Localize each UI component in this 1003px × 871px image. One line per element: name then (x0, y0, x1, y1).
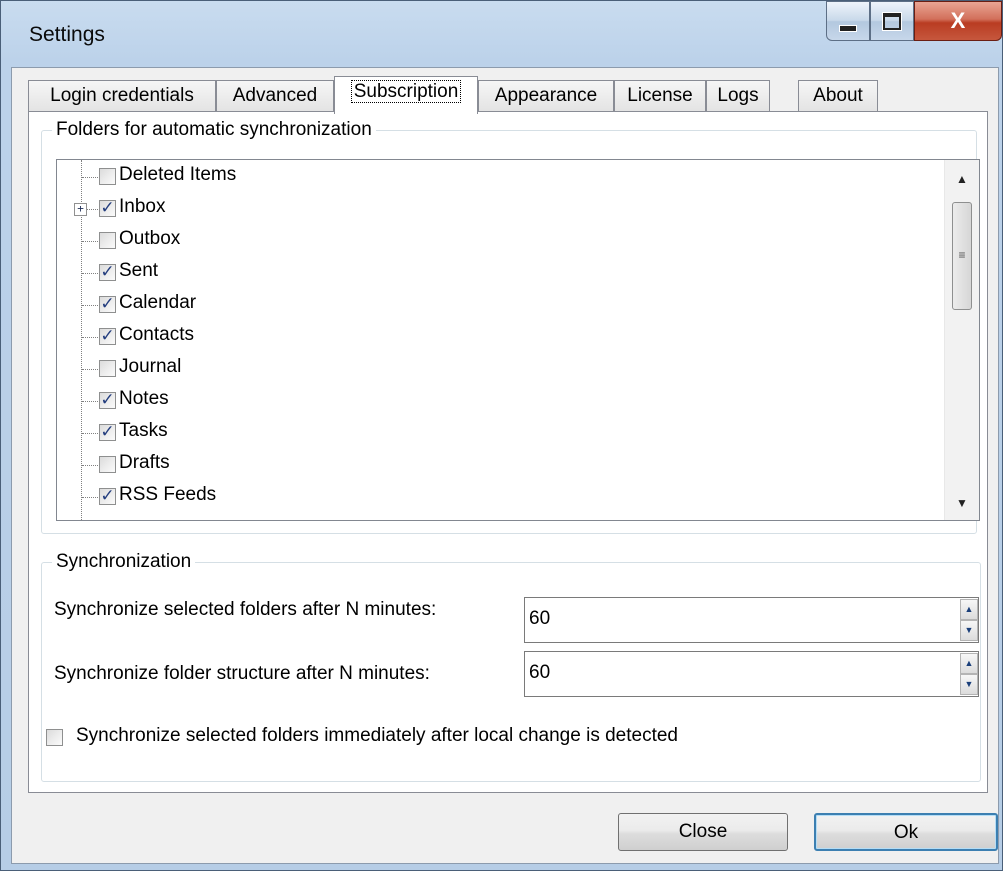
tab-label: License (627, 85, 693, 106)
title-bar[interactable]: Settings X (1, 1, 1002, 73)
close-window-button[interactable]: X (914, 1, 1002, 41)
tree-item-notes[interactable]: ✓ Notes (57, 386, 937, 418)
tree-item-label: Tasks (119, 420, 168, 441)
tab-license[interactable]: License (614, 80, 706, 112)
spinner-buttons: ▲ ▼ (960, 598, 978, 642)
tree-item-label: Calendar (119, 292, 197, 313)
maximize-button[interactable] (870, 1, 914, 41)
tab-about[interactable]: About (798, 80, 878, 112)
tree-connector (82, 497, 98, 498)
tree-item-label: Outbox (119, 228, 181, 249)
folder-checkbox[interactable] (99, 232, 116, 249)
tree-item-sent[interactable]: ✓ Sent (57, 258, 937, 290)
tree-item-label: Inbox (119, 196, 166, 217)
window-title: Settings (29, 23, 105, 46)
folder-checkbox[interactable]: ✓ (99, 392, 116, 409)
tab-label: Login credentials (50, 85, 194, 106)
tab-advanced[interactable]: Advanced (216, 80, 334, 112)
folder-tree[interactable]: Deleted Items + ✓ Inbox Outbox ✓ Sent ✓ … (56, 159, 980, 521)
tab-label: Advanced (232, 85, 318, 106)
subscription-tab-page: Folders for automatic synchronization De… (28, 111, 988, 793)
client-area: Login credentials Advanced Subscription … (11, 67, 999, 864)
expand-icon[interactable]: + (74, 203, 87, 216)
ok-button[interactable]: Ok (814, 813, 998, 851)
folder-checkbox[interactable] (99, 168, 116, 185)
tree-connector (82, 305, 98, 306)
sync-folder-structure-label: Synchronize folder structure after N min… (54, 663, 430, 684)
tree-item-label: RSS Feeds (119, 484, 217, 505)
tree-item-label: Drafts (119, 452, 170, 473)
tab-login-credentials[interactable]: Login credentials (28, 80, 216, 112)
scroll-thumb[interactable]: ≡ (952, 202, 972, 310)
caption-buttons: X (826, 1, 1002, 45)
tree-connector (82, 433, 98, 434)
tree-item-inbox[interactable]: + ✓ Inbox (57, 194, 937, 226)
folder-checkbox[interactable]: ✓ (99, 488, 116, 505)
sync-immediately-checkbox[interactable] (46, 729, 63, 746)
folder-checkbox[interactable]: ✓ (99, 328, 116, 345)
tree-item-label: Notes (119, 388, 169, 409)
spin-down-arrow-icon[interactable]: ▼ (960, 674, 978, 695)
spinner-value: 60 (529, 662, 551, 683)
maximize-icon (882, 11, 902, 31)
folder-checkbox[interactable]: ✓ (99, 200, 116, 217)
tab-label: About (813, 85, 863, 106)
spinner-value: 60 (529, 608, 551, 629)
tree-item-deleted-items[interactable]: Deleted Items (57, 162, 937, 194)
settings-window: Settings X Login credentials Advanced Su… (0, 0, 1003, 871)
tab-logs[interactable]: Logs (706, 80, 770, 112)
tree-item-calendar[interactable]: ✓ Calendar (57, 290, 937, 322)
tree-connector (82, 337, 98, 338)
folder-checkbox[interactable]: ✓ (99, 424, 116, 441)
tree-item-label: Journal (119, 356, 182, 377)
minimize-button[interactable] (826, 1, 870, 41)
tab-appearance[interactable]: Appearance (478, 80, 614, 112)
tab-subscription[interactable]: Subscription (334, 76, 478, 114)
sync-folder-structure-spinner[interactable]: 60 ▲ ▼ (524, 651, 979, 697)
folder-checkbox[interactable]: ✓ (99, 264, 116, 281)
folders-group-legend: Folders for automatic synchronization (52, 119, 376, 141)
folders-group: Folders for automatic synchronization De… (41, 119, 980, 534)
tree-item-contacts[interactable]: ✓ Contacts (57, 322, 937, 354)
tree-item-label: Contacts (119, 324, 194, 345)
spin-up-arrow-icon[interactable]: ▲ (960, 653, 978, 674)
sync-selected-folders-spinner[interactable]: 60 ▲ ▼ (524, 597, 979, 643)
scroll-down-arrow-icon[interactable]: ▼ (945, 486, 979, 520)
tree-scrollbar[interactable]: ▲ ≡ ▼ (944, 160, 979, 520)
tree-item-rss-feeds[interactable]: ✓ RSS Feeds (57, 482, 937, 514)
tree-connector (82, 177, 98, 178)
spin-down-arrow-icon[interactable]: ▼ (960, 620, 978, 641)
sync-immediately-label[interactable]: Synchronize selected folders immediately… (76, 725, 976, 747)
close-button[interactable]: Close (618, 813, 788, 851)
tree-item-outbox[interactable]: Outbox (57, 226, 937, 258)
tab-label: Logs (717, 85, 759, 106)
synchronization-group: Synchronization Synchronize selected fol… (41, 551, 981, 782)
close-icon: X (950, 8, 966, 33)
tree-connector (82, 465, 98, 466)
minimize-icon (839, 24, 857, 32)
spin-up-arrow-icon[interactable]: ▲ (960, 599, 978, 620)
tree-item-label: Deleted Items (119, 164, 237, 185)
tree-item-label: Sent (119, 260, 159, 281)
sync-selected-folders-label: Synchronize selected folders after N min… (54, 599, 437, 620)
folder-checkbox[interactable] (99, 456, 116, 473)
tree-item-tasks[interactable]: ✓ Tasks (57, 418, 937, 450)
sync-group-legend: Synchronization (52, 551, 196, 573)
tree-connector (82, 273, 98, 274)
tree-connector (82, 241, 98, 242)
tab-label: Appearance (494, 85, 598, 106)
folder-checkbox[interactable]: ✓ (99, 296, 116, 313)
tab-label: Subscription (350, 80, 462, 103)
spinner-buttons: ▲ ▼ (960, 652, 978, 696)
tree-connector (82, 401, 98, 402)
folder-checkbox[interactable] (99, 360, 116, 377)
scroll-up-arrow-icon[interactable]: ▲ (945, 162, 979, 196)
tree-item-journal[interactable]: Journal (57, 354, 937, 386)
tree-item-drafts[interactable]: Drafts (57, 450, 937, 482)
tree-connector (82, 369, 98, 370)
